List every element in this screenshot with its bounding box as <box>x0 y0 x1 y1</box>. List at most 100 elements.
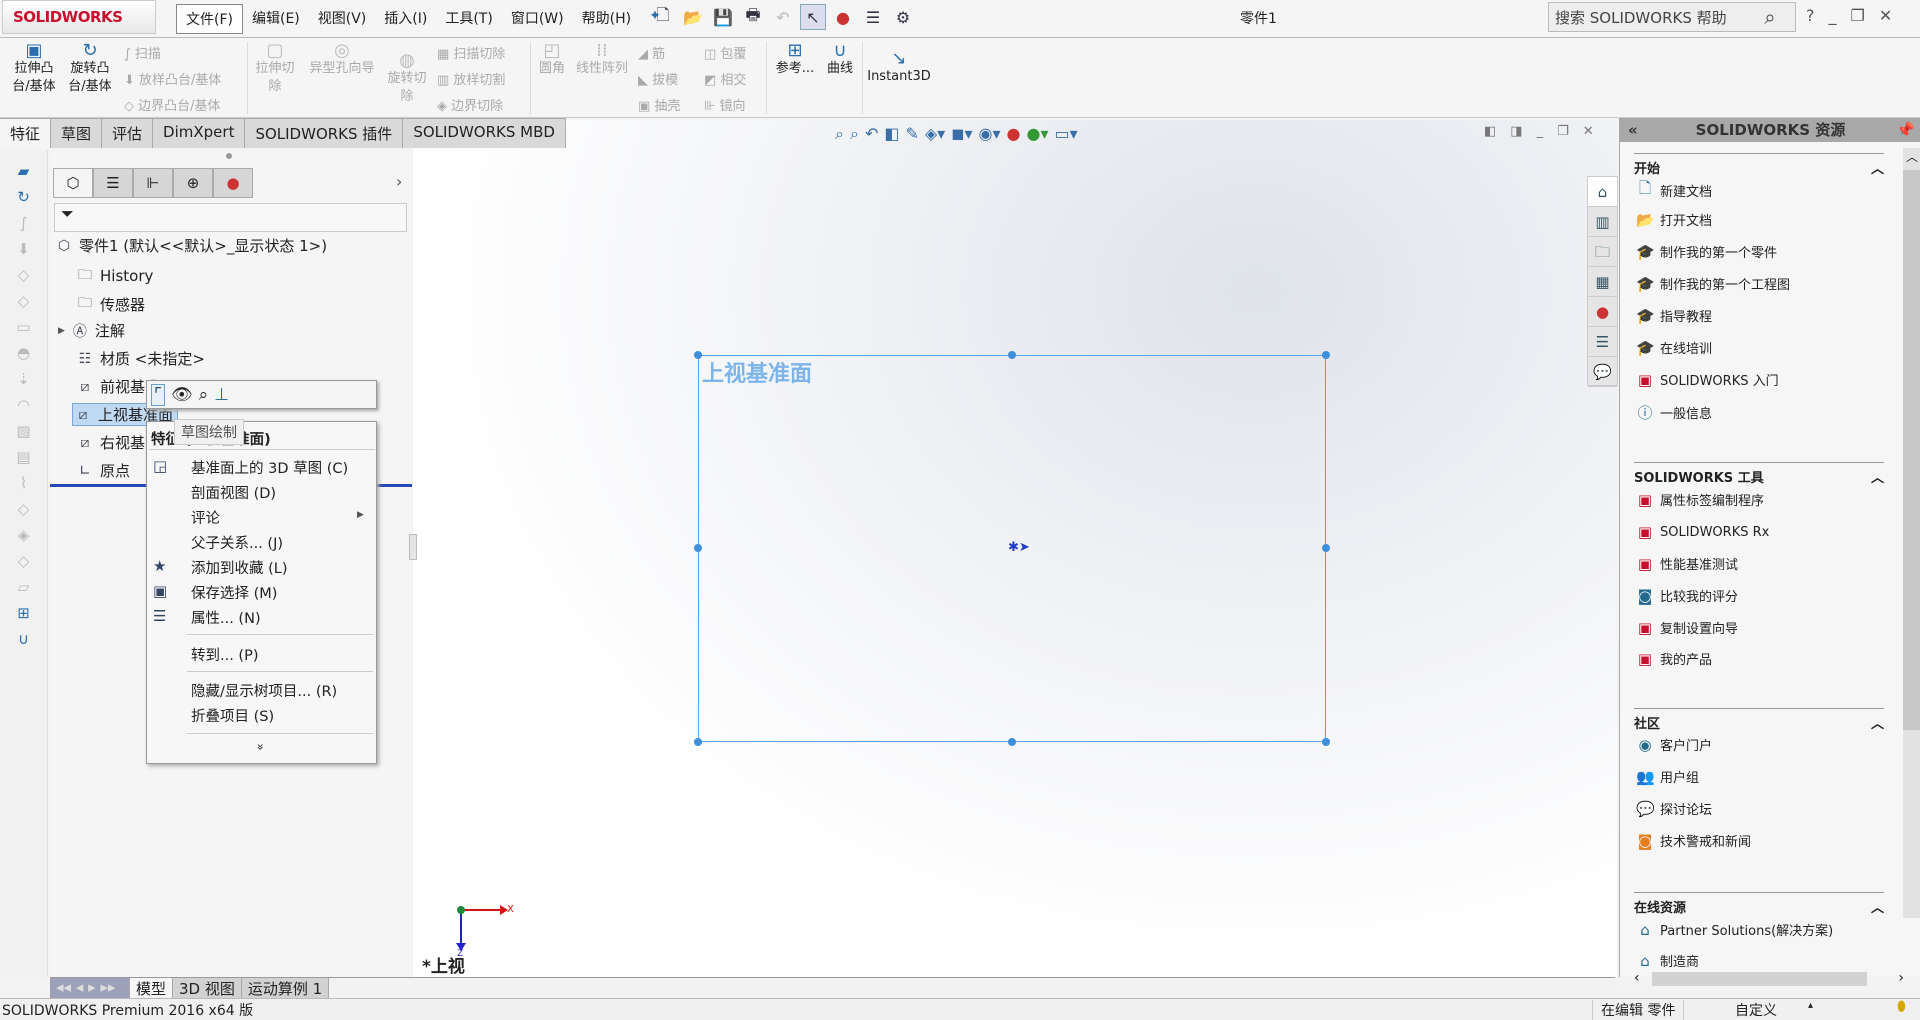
scroll-right-icon[interactable]: › <box>1898 970 1904 986</box>
scroll-thumb[interactable] <box>1903 170 1920 730</box>
resource-item[interactable]: 📂 打开文档 <box>1636 210 1712 230</box>
file-explorer-icon[interactable]: 🗀 <box>1588 237 1617 267</box>
tree-item-annotations[interactable]: ▶ Ⓐ 注解 <box>58 320 125 341</box>
resource-item[interactable]: ⓘ 一般信息 <box>1636 402 1712 423</box>
revolve-boss-button[interactable]: ↻ 旋转凸 台/基体 <box>64 42 116 96</box>
wrap-button[interactable]: ◫ 包覆 <box>704 43 746 62</box>
collapse-chevron-icon[interactable]: ︿ <box>1871 897 1884 916</box>
hole-wizard-button[interactable]: ◎ 异型孔向导 <box>303 42 381 78</box>
hide-show-items-icon[interactable]: ◉▾ <box>979 124 1001 144</box>
help-search-input[interactable]: 搜索 SOLIDWORKS 帮助 ⌕ <box>1548 2 1796 32</box>
expand-arrow-icon[interactable]: ▶ <box>58 326 65 336</box>
tab-dimxpert[interactable]: DimXpert <box>153 118 246 148</box>
options-gear-icon[interactable]: ⚙ <box>890 4 916 30</box>
boundary-boss-button[interactable]: ◇ 边界凸台/基体 <box>124 95 221 114</box>
view-orientation-icon[interactable]: ◈▾ <box>925 124 945 144</box>
open-icon[interactable]: 📂 <box>680 4 706 30</box>
lofted-cut-button[interactable]: ▥ 放样切割 <box>437 69 505 88</box>
menu-item-section-view[interactable]: 剖面视图 (D) <box>191 482 276 503</box>
dome-icon[interactable]: ◓ <box>0 344 47 370</box>
pin-icon[interactable]: 📌 <box>1896 118 1915 142</box>
tree-item-sensors[interactable]: 🗀 传感器 <box>75 292 145 316</box>
draft-button[interactable]: ◣ 拔模 <box>638 69 678 88</box>
curves-icon[interactable]: ∪ <box>0 630 47 656</box>
apply-scene-icon[interactable]: ●▾ <box>1027 124 1049 144</box>
move-face-icon[interactable]: ⇣ <box>0 370 47 396</box>
revolve-cut-button[interactable]: ◍ 旋转切 除 <box>384 52 430 106</box>
flex-icon[interactable]: ◠ <box>0 396 47 422</box>
tab-sketch[interactable]: 草图 <box>51 118 103 148</box>
tab-addins[interactable]: SOLIDWORKS 插件 <box>245 118 404 148</box>
resource-item[interactable]: ▣ 性能基准测试 <box>1636 554 1738 574</box>
resource-item[interactable]: 🎓 指导教程 <box>1636 306 1712 326</box>
resource-item[interactable]: ▣ SOLIDWORKS Rx <box>1636 523 1769 541</box>
resource-item[interactable]: 🎓 制作我的第一个工程图 <box>1636 274 1790 294</box>
menu-help[interactable]: 帮助(H) <box>573 4 640 34</box>
menu-view[interactable]: 视图(V) <box>309 4 376 34</box>
resource-item[interactable]: ▣ 属性标签编制程序 <box>1636 490 1764 510</box>
resource-item[interactable]: ⌂ Partner Solutions(解决方案) <box>1636 920 1833 940</box>
shell-button[interactable]: ▣ 抽壳 <box>638 95 680 114</box>
linear-pattern-button[interactable]: ⁞⁞ 线性阵列 <box>574 42 630 78</box>
section-getting-started[interactable]: 开始 ︿ <box>1634 153 1884 177</box>
combine-icon[interactable]: ◈ <box>0 526 47 552</box>
home-icon[interactable]: ⌂ <box>1588 177 1617 207</box>
resource-item[interactable]: ▣ 我的产品 <box>1636 649 1712 669</box>
menu-window[interactable]: 窗口(W) <box>502 4 573 34</box>
help-icon[interactable]: ? <box>1806 6 1815 25</box>
new-document-icon[interactable]: 🗋 <box>650 4 676 30</box>
extrude-boss-icon[interactable]: ▰ <box>0 162 47 188</box>
rib-button[interactable]: ◢ 筋 <box>638 43 665 62</box>
show-hide-eye-icon[interactable]: 👁 <box>171 385 193 405</box>
sketch-icon[interactable]: ⌜ <box>151 383 165 406</box>
menu-item-properties[interactable]: 属性... (N) <box>191 607 261 628</box>
section-community[interactable]: 社区 ︿ <box>1634 708 1884 732</box>
resource-item[interactable]: ▣ 复制设置向导 <box>1636 618 1738 638</box>
menu-item-3d-sketch[interactable]: 基准面上的 3D 草图 (C) <box>191 457 348 478</box>
expand-menu-chevron-icon[interactable]: » <box>254 743 268 750</box>
menu-tools[interactable]: 工具(T) <box>436 4 501 34</box>
resource-item[interactable]: ◙ 比较我的评分 <box>1636 586 1738 606</box>
minimize-icon[interactable]: _ <box>1829 6 1837 25</box>
tree-item-material[interactable]: ☷ 材质 <未指定> <box>75 348 205 369</box>
vertical-scrollbar[interactable]: ︿ <box>1903 148 1920 918</box>
resource-item[interactable]: 🎓 在线培训 <box>1636 338 1712 358</box>
rebuild-icon[interactable]: ● <box>830 4 856 30</box>
tree-item-history[interactable]: 🗀 History <box>75 264 153 288</box>
print-icon[interactable]: 🖶 <box>740 4 766 30</box>
collapse-chevron-icon[interactable]: ︿ <box>1871 158 1884 177</box>
resource-item[interactable]: ◙ 技术警戒和新闻 <box>1636 831 1751 851</box>
swept-cut-button[interactable]: ▦ 扫描切除 <box>437 43 505 62</box>
dimxpert-tab-icon[interactable]: ⊕ <box>173 168 213 198</box>
units-dropdown-icon[interactable]: ▴ <box>1808 1000 1813 1011</box>
plane-handle[interactable] <box>1322 544 1330 552</box>
tree-root-part[interactable]: ⬡ 零件1 (默认<<默认>_显示状态 1>) <box>54 235 327 256</box>
scale-icon[interactable]: ◇ <box>0 500 47 526</box>
tab-evaluate[interactable]: 评估 <box>102 118 154 148</box>
resource-item[interactable]: 🎓 制作我的第一个零件 <box>1636 242 1777 262</box>
resource-item[interactable]: ▣ SOLIDWORKS 入门 <box>1636 370 1779 390</box>
plane-handle[interactable] <box>694 544 702 552</box>
restore-doc-icon[interactable]: ❐ <box>1557 124 1569 139</box>
boundary-icon[interactable]: ◇ <box>0 266 47 292</box>
edit-appearance-icon[interactable]: ● <box>1007 124 1021 144</box>
featuremanager-tab-icon[interactable]: ⬡ <box>53 168 93 198</box>
instant3d-button[interactable]: ↘ Instant3D <box>866 50 932 86</box>
menu-edit[interactable]: 编辑(E) <box>243 4 309 34</box>
plane-handle[interactable] <box>1322 738 1330 746</box>
collapse-icon[interactable]: « <box>1628 118 1638 142</box>
previous-view-icon[interactable]: ↶ <box>865 124 878 144</box>
tree-filter-input[interactable]: ⏷ <box>54 203 407 232</box>
select-icon[interactable]: ↖ <box>800 4 826 30</box>
splitter-handle[interactable] <box>226 153 232 159</box>
tab-navigation-arrows[interactable]: ◂◂ ◂ ▸ ▸▸ <box>50 978 130 998</box>
menu-file[interactable]: 文件(F) <box>176 4 243 34</box>
collapse-chevron-icon[interactable]: ︿ <box>1871 713 1884 732</box>
deform-icon[interactable]: ▨ <box>0 422 47 448</box>
plane-icon[interactable]: ▭ <box>0 318 47 344</box>
normal-to-icon[interactable]: ⌕ <box>199 385 209 405</box>
section-online-resources[interactable]: 在线资源 ︿ <box>1634 892 1884 916</box>
mirror-button[interactable]: ⊪ 镜向 <box>704 95 745 114</box>
forum-icon[interactable]: 💬 <box>1588 357 1617 387</box>
horizontal-scrollbar[interactable]: ‹ › <box>1634 970 1904 988</box>
